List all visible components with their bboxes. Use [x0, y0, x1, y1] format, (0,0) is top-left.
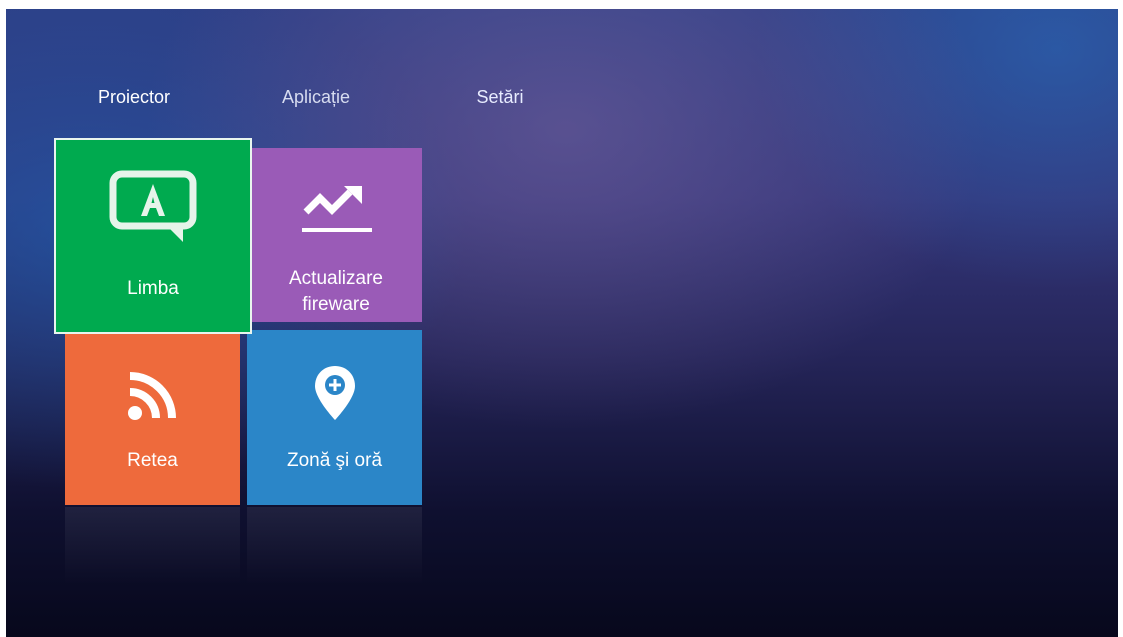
language-icon — [107, 170, 199, 251]
tile-label: Limba — [127, 278, 179, 299]
tile-label: Retea — [127, 450, 178, 471]
settings-screen: Proiector Aplicație Setări Limba Actuali… — [6, 9, 1118, 637]
tile-label: Actualizare fireware — [250, 266, 422, 318]
tile-label: Zonă şi oră — [286, 450, 383, 471]
update-trend-icon — [298, 182, 374, 245]
tile-label-line1: Actualizare — [289, 268, 383, 289]
tile-label-line2: fireware — [302, 294, 370, 315]
location-pin-icon — [313, 364, 357, 427]
tile-reflection — [247, 507, 422, 585]
tab-label: Aplicație — [282, 87, 351, 107]
tab-setari[interactable]: Setări — [416, 79, 584, 115]
top-tabs: Proiector Aplicație Setări — [6, 79, 706, 115]
tab-label: Proiector — [98, 87, 171, 107]
tile-actualizare-fireware[interactable]: Actualizare fireware — [250, 148, 422, 322]
tab-aplicatie[interactable]: Aplicație — [282, 79, 350, 115]
tab-proiector[interactable]: Proiector — [98, 79, 170, 115]
tile-reflection — [65, 507, 240, 585]
tile-limba[interactable]: Limba — [54, 138, 252, 334]
tab-label: Setări — [476, 87, 524, 107]
tile-zona-si-ora[interactable]: Zonă şi oră — [247, 330, 422, 505]
network-rss-icon — [126, 370, 180, 427]
tile-retea[interactable]: Retea — [65, 330, 240, 505]
